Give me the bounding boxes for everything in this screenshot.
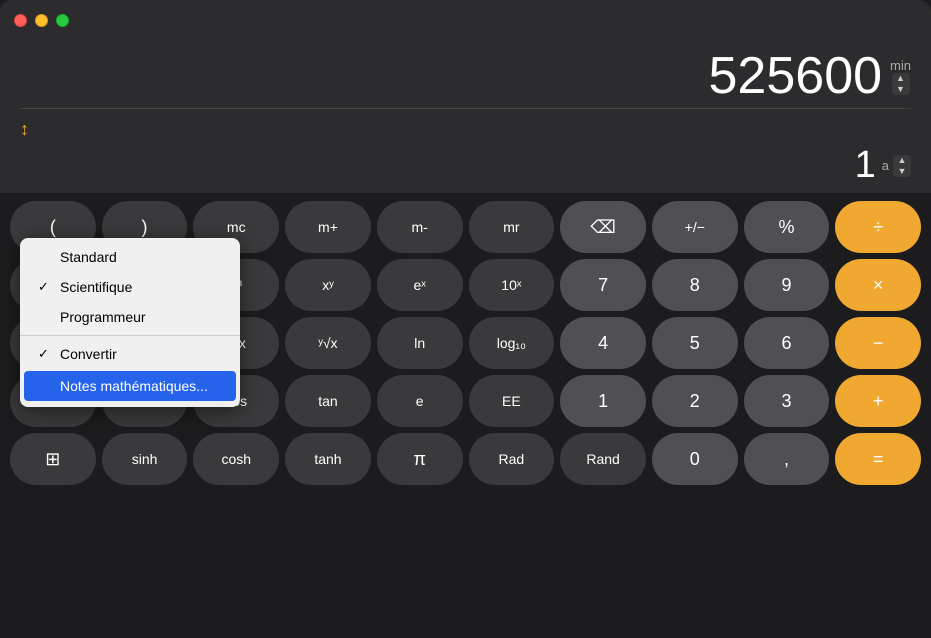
menu-label-programmeur: Programmeur [60, 309, 146, 325]
titlebar [0, 0, 931, 40]
btn-e-3-4[interactable]: e [377, 375, 463, 427]
btn-mr-0-5[interactable]: mr [469, 201, 555, 253]
sort-row: ↕ [20, 115, 911, 144]
unit2-row[interactable]: a ▲ ▼ [882, 155, 911, 177]
calc-body: Standard ✓ Scientifique Programmeur ✓ Co… [0, 193, 931, 638]
unit-label: min [890, 58, 911, 73]
btn-ln-2-4[interactable]: ln [377, 317, 463, 369]
btn-m--0-3[interactable]: m+ [285, 201, 371, 253]
btn-m--0-4[interactable]: m- [377, 201, 463, 253]
display-area: 525600 min ▲ ▼ ↕ 1 a ▲ ▼ [0, 40, 931, 193]
menu-label-scientifique: Scientifique [60, 279, 132, 295]
btn-8-1-7[interactable]: 8 [652, 259, 738, 311]
unit-stepper[interactable]: ▲ ▼ [892, 73, 910, 95]
btn-x--1-3[interactable]: xʸ [285, 259, 371, 311]
close-button[interactable] [14, 14, 27, 27]
check-convertir: ✓ [38, 346, 54, 362]
check-scientifique: ✓ [38, 279, 54, 295]
menu-item-programmeur[interactable]: Programmeur [20, 302, 240, 332]
btn-tan-3-3[interactable]: tan [285, 375, 371, 427]
unit-selector[interactable]: min ▲ ▼ [890, 58, 911, 95]
btn-4-2-6[interactable]: 4 [560, 317, 646, 369]
btn-1-3-6[interactable]: 1 [560, 375, 646, 427]
btn-----0-7[interactable]: +/− [652, 201, 738, 253]
maximize-button[interactable] [56, 14, 69, 27]
main-value: 525600 [709, 50, 883, 102]
btn---0-9[interactable]: ÷ [835, 201, 921, 253]
btn-5-2-7[interactable]: 5 [652, 317, 738, 369]
btn-0-4-7[interactable]: 0 [652, 433, 738, 485]
btn---x-2-3[interactable]: ʸ√x [285, 317, 371, 369]
menu-label-standard: Standard [60, 249, 117, 265]
btn-9-1-8[interactable]: 9 [744, 259, 830, 311]
btn-e--1-4[interactable]: eˣ [377, 259, 463, 311]
stepper2-down[interactable]: ▼ [893, 166, 911, 177]
btn---4-0[interactable]: ⊞ [10, 433, 96, 485]
btn---3-9[interactable]: + [835, 375, 921, 427]
menu-item-convertir[interactable]: ✓ Convertir [20, 339, 240, 369]
btn---0-8[interactable]: % [744, 201, 830, 253]
btn-3-3-8[interactable]: 3 [744, 375, 830, 427]
sort-icon: ↕ [20, 119, 29, 140]
unit2-stepper[interactable]: ▲ ▼ [893, 155, 911, 177]
btn-7-1-6[interactable]: 7 [560, 259, 646, 311]
second-value: 1 [855, 144, 876, 187]
btn---2-9[interactable]: − [835, 317, 921, 369]
btn-log---2-5[interactable]: log₁₀ [469, 317, 555, 369]
btn-cosh-4-2[interactable]: cosh [193, 433, 279, 485]
menu-item-notes[interactable]: Notes mathématiques... [24, 371, 236, 401]
stepper2-up[interactable]: ▲ [893, 155, 911, 166]
btn-EE-3-5[interactable]: EE [469, 375, 555, 427]
dropdown-menu[interactable]: Standard ✓ Scientifique Programmeur ✓ Co… [20, 238, 240, 407]
display-second: 1 a ▲ ▼ [20, 144, 911, 193]
button-row-4: ⊞sinhcoshtanhπRadRand0,= [10, 433, 921, 485]
btn---4-4[interactable]: π [377, 433, 463, 485]
stepper-up[interactable]: ▲ [892, 73, 910, 84]
second-unit-label: a [882, 158, 889, 173]
btn-2-3-7[interactable]: 2 [652, 375, 738, 427]
btn---0-6[interactable]: ⌫ [560, 201, 646, 253]
menu-label-convertir: Convertir [60, 346, 117, 362]
display-top: 525600 min ▲ ▼ [20, 50, 911, 102]
btn-sinh-4-1[interactable]: sinh [102, 433, 188, 485]
btn-Rand-4-6[interactable]: Rand [560, 433, 646, 485]
btn---4-8[interactable]: , [744, 433, 830, 485]
menu-label-notes: Notes mathématiques... [60, 378, 208, 394]
btn-6-2-8[interactable]: 6 [744, 317, 830, 369]
dropdown-separator [20, 335, 240, 336]
minimize-button[interactable] [35, 14, 48, 27]
btn---1-9[interactable]: × [835, 259, 921, 311]
stepper-down[interactable]: ▼ [892, 84, 910, 95]
display-divider [20, 108, 911, 109]
menu-item-scientifique[interactable]: ✓ Scientifique [20, 272, 240, 302]
btn-Rad-4-5[interactable]: Rad [469, 433, 555, 485]
btn-tanh-4-3[interactable]: tanh [285, 433, 371, 485]
btn---4-9[interactable]: = [835, 433, 921, 485]
btn-10--1-5[interactable]: 10ˣ [469, 259, 555, 311]
menu-item-standard[interactable]: Standard [20, 242, 240, 272]
